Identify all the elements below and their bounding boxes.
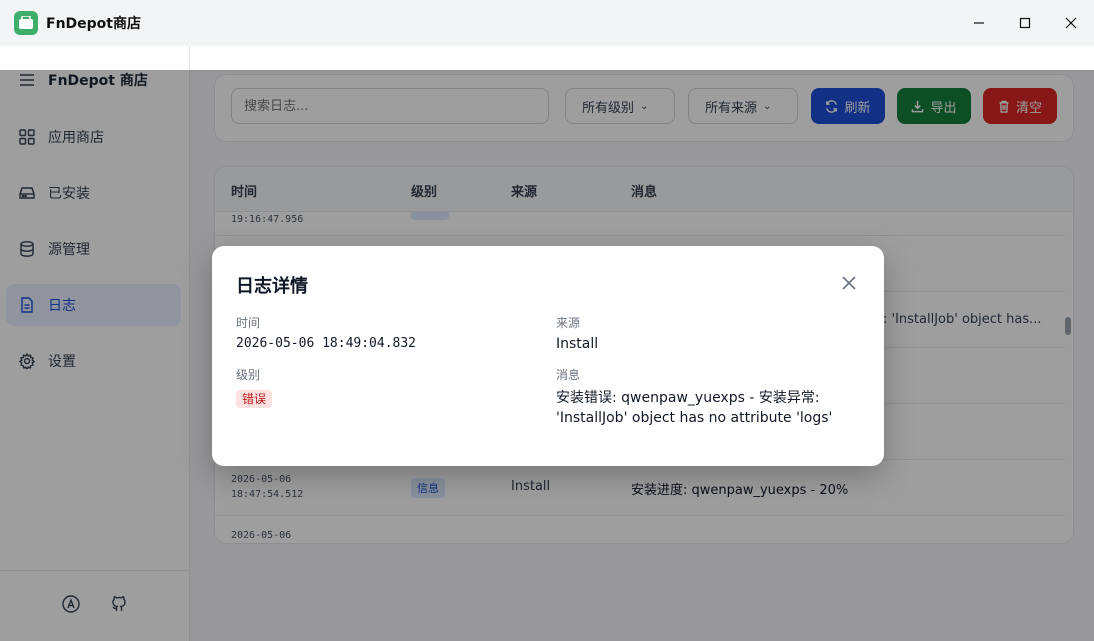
log-detail-modal: 日志详情 时间 2026-05-06 18:49:04.832 来源 Insta…	[212, 246, 884, 466]
main-header-strip	[190, 46, 1094, 71]
close-window-button[interactable]	[1048, 0, 1094, 46]
level-value-wrapper: 错误	[236, 390, 273, 408]
source-label: 来源	[556, 316, 581, 330]
maximize-button[interactable]	[1002, 0, 1048, 46]
error-badge: 错误	[236, 390, 273, 408]
close-icon	[842, 276, 856, 290]
maximize-icon	[1019, 17, 1031, 29]
time-value: 2026-05-06 18:49:04.832	[236, 336, 417, 351]
message-label: 消息	[556, 368, 581, 382]
window-title: FnDepot商店	[46, 16, 141, 32]
message-line: 安装错误: qwenpaw_yuexps - 安装异常:	[556, 390, 820, 406]
app-logo-icon	[14, 11, 38, 35]
message-value: 安装错误: qwenpaw_yuexps - 安装异常: 'InstallJob…	[556, 388, 832, 428]
modal-close-button[interactable]	[840, 274, 858, 292]
time-label: 时间	[236, 316, 261, 330]
title-bar: FnDepot商店	[0, 0, 1094, 46]
level-label: 级别	[236, 368, 261, 382]
modal-title: 日志详情	[236, 276, 308, 297]
close-icon	[1065, 17, 1077, 29]
source-value: Install	[556, 336, 599, 352]
minimize-icon	[974, 22, 984, 24]
message-line: 'InstallJob' object has no attribute 'lo…	[556, 410, 833, 426]
minimize-button[interactable]	[956, 0, 1002, 46]
